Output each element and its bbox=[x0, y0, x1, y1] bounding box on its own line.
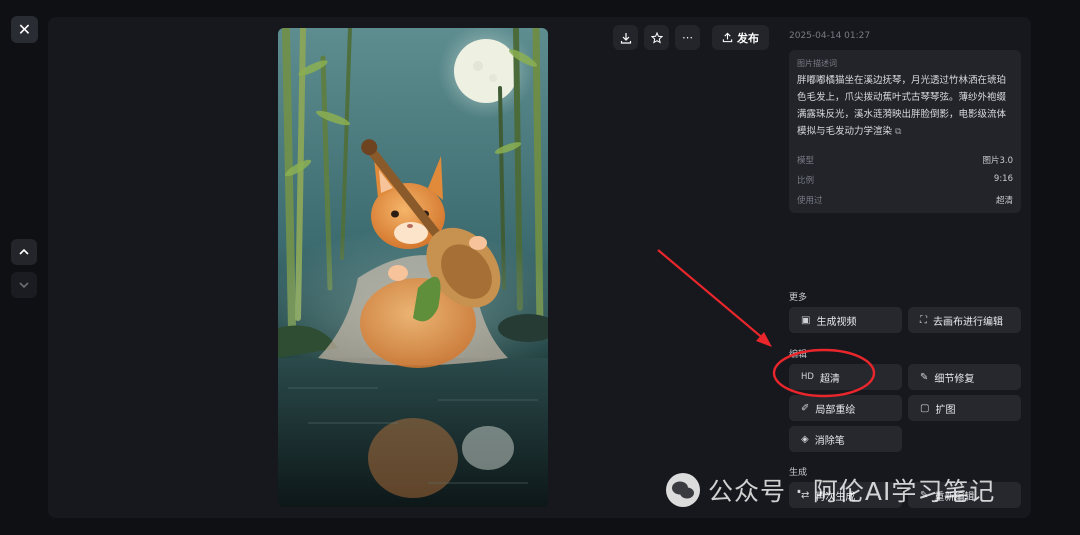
meta-key: 模型 bbox=[797, 156, 815, 166]
close-button[interactable]: ✕ bbox=[11, 16, 38, 43]
brush-icon: ✐ bbox=[801, 402, 810, 414]
canvas-icon: ⛶ bbox=[920, 314, 927, 326]
wechat-icon bbox=[666, 473, 700, 507]
video-icon: ▣ bbox=[801, 314, 811, 326]
meta-row-used: 使用过 超清 bbox=[797, 194, 1013, 206]
watermark-text: 公众号 · 阿伦AI学习笔记 bbox=[708, 477, 996, 506]
canvas-edit-label: 去画布进行编辑 bbox=[933, 316, 1003, 328]
more-options-button[interactable]: ⋯ bbox=[675, 25, 700, 50]
prompt-label: 图片描述词 bbox=[797, 59, 837, 68]
meta-row-model: 模型 图片3.0 bbox=[797, 154, 1013, 166]
inpaint-label: 局部重绘 bbox=[815, 404, 856, 416]
meta-key: 比例 bbox=[797, 176, 815, 186]
favorite-button[interactable] bbox=[644, 25, 669, 50]
prompt-description: 胖嘟嘟橘猫坐在溪边抚琴，月光透过竹林洒在琥珀色毛发上，爪尖拨动蕉叶式古琴琴弦。薄… bbox=[797, 75, 1007, 137]
outpaint-label: 扩图 bbox=[935, 404, 956, 416]
previous-image-button[interactable] bbox=[11, 239, 37, 265]
meta-key: 使用过 bbox=[797, 196, 823, 206]
eraser-icon: ◈ bbox=[801, 433, 809, 445]
section-more-label: 更多 bbox=[789, 293, 808, 303]
magic-wand-icon: ✎ bbox=[920, 371, 929, 383]
publish-button[interactable]: 发布 bbox=[712, 25, 769, 50]
prompt-text: 胖嘟嘟橘猫坐在溪边抚琴，月光透过竹林洒在琥珀色毛发上，爪尖拨动蕉叶式古琴琴弦。薄… bbox=[797, 72, 1013, 141]
canvas-edit-button[interactable]: ⛶ 去画布进行编辑 bbox=[908, 307, 1021, 333]
close-icon: ✕ bbox=[17, 20, 32, 39]
hd-icon: HD bbox=[801, 372, 814, 382]
eraser-label: 消除笔 bbox=[814, 435, 845, 447]
image-toolbar: ⋯ bbox=[613, 25, 700, 50]
generate-video-label: 生成视频 bbox=[816, 316, 857, 328]
upscale-button[interactable]: HD 超清 bbox=[789, 364, 902, 390]
inpaint-button[interactable]: ✐ 局部重绘 bbox=[789, 395, 902, 421]
prompt-info-card: 图片描述词 胖嘟嘟橘猫坐在溪边抚琴，月光透过竹林洒在琥珀色毛发上，爪尖拨动蕉叶式… bbox=[789, 50, 1021, 213]
meta-value: 超清 bbox=[995, 196, 1013, 206]
meta-row-ratio: 比例 9:16 bbox=[797, 174, 1013, 186]
publish-label: 发布 bbox=[737, 31, 759, 45]
next-image-button[interactable] bbox=[11, 272, 37, 298]
download-button[interactable] bbox=[613, 25, 638, 50]
upscale-label: 超清 bbox=[819, 373, 840, 385]
meta-value: 图片3.0 bbox=[982, 156, 1013, 166]
eraser-button[interactable]: ◈ 消除笔 bbox=[789, 426, 902, 452]
more-icon: ⋯ bbox=[682, 31, 693, 44]
outpaint-button[interactable]: ▢ 扩图 bbox=[908, 395, 1021, 421]
chevron-down-icon bbox=[19, 282, 29, 289]
meta-value: 9:16 bbox=[993, 174, 1013, 184]
upload-icon bbox=[722, 32, 733, 43]
detail-fix-button[interactable]: ✎ 细节修复 bbox=[908, 364, 1021, 390]
download-icon bbox=[620, 32, 631, 44]
watermark: 公众号 · 阿伦AI学习笔记 bbox=[666, 472, 995, 508]
detail-fix-label: 细节修复 bbox=[934, 373, 975, 385]
generated-image[interactable] bbox=[278, 28, 548, 507]
generate-video-button[interactable]: ▣ 生成视频 bbox=[789, 307, 902, 333]
expand-icon: ▢ bbox=[920, 402, 930, 414]
star-icon bbox=[650, 31, 663, 44]
copy-icon[interactable]: ⧉ bbox=[895, 127, 901, 137]
creation-timestamp: 2025-04-14 01:27 bbox=[789, 31, 871, 41]
section-edit-label: 编辑 bbox=[789, 350, 808, 360]
chevron-up-icon bbox=[19, 248, 29, 255]
